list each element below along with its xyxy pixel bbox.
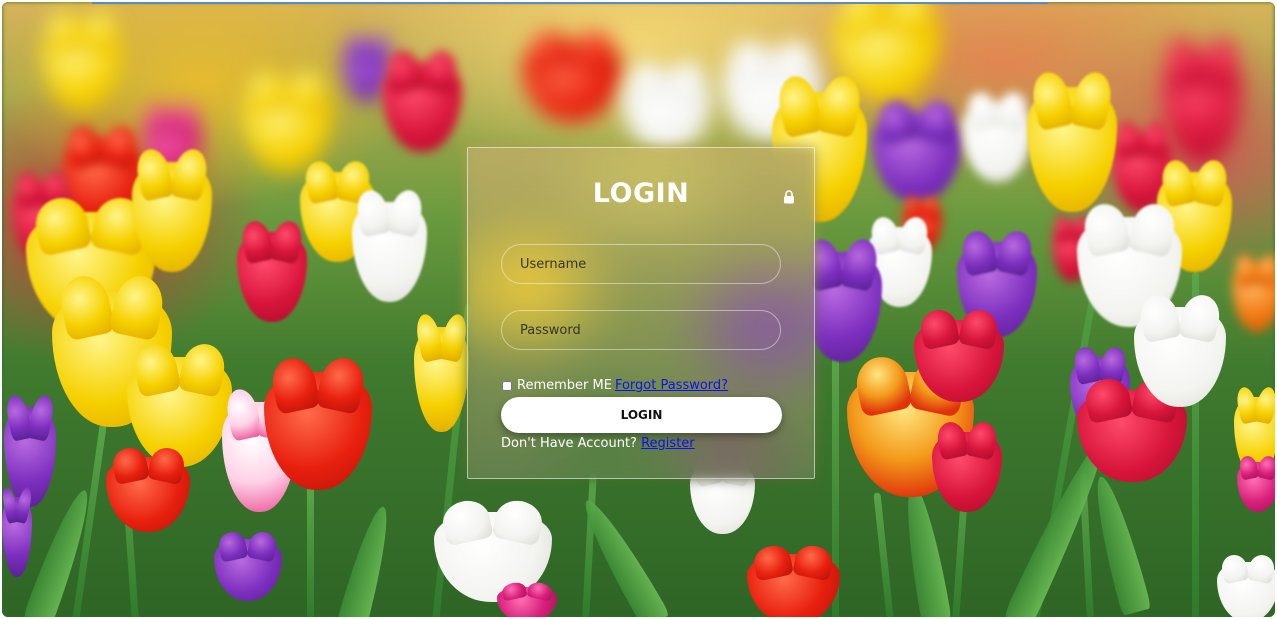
remember-me-label: Remember ME <box>517 378 612 393</box>
no-account-text: Don't Have Account? <box>501 436 637 451</box>
login-form: LOGIN Remember ME Forgot Password? LOGIN… <box>467 147 815 479</box>
page-viewport: LOGIN Remember ME Forgot Password? LOGIN… <box>2 2 1275 617</box>
login-title: LOGIN <box>592 178 690 209</box>
forgot-password-link[interactable]: Forgot Password? <box>615 378 728 393</box>
login-button[interactable]: LOGIN <box>501 397 782 433</box>
remember-row: Remember ME Forgot Password? <box>501 378 728 393</box>
remember-me-checkbox[interactable] <box>502 380 512 391</box>
password-input[interactable] <box>501 310 781 350</box>
lock-icon <box>784 190 794 204</box>
register-row: Don't Have Account? Register <box>501 436 695 451</box>
register-link[interactable]: Register <box>641 436 695 451</box>
top-accent-line <box>92 2 1048 4</box>
username-input[interactable] <box>501 244 781 284</box>
